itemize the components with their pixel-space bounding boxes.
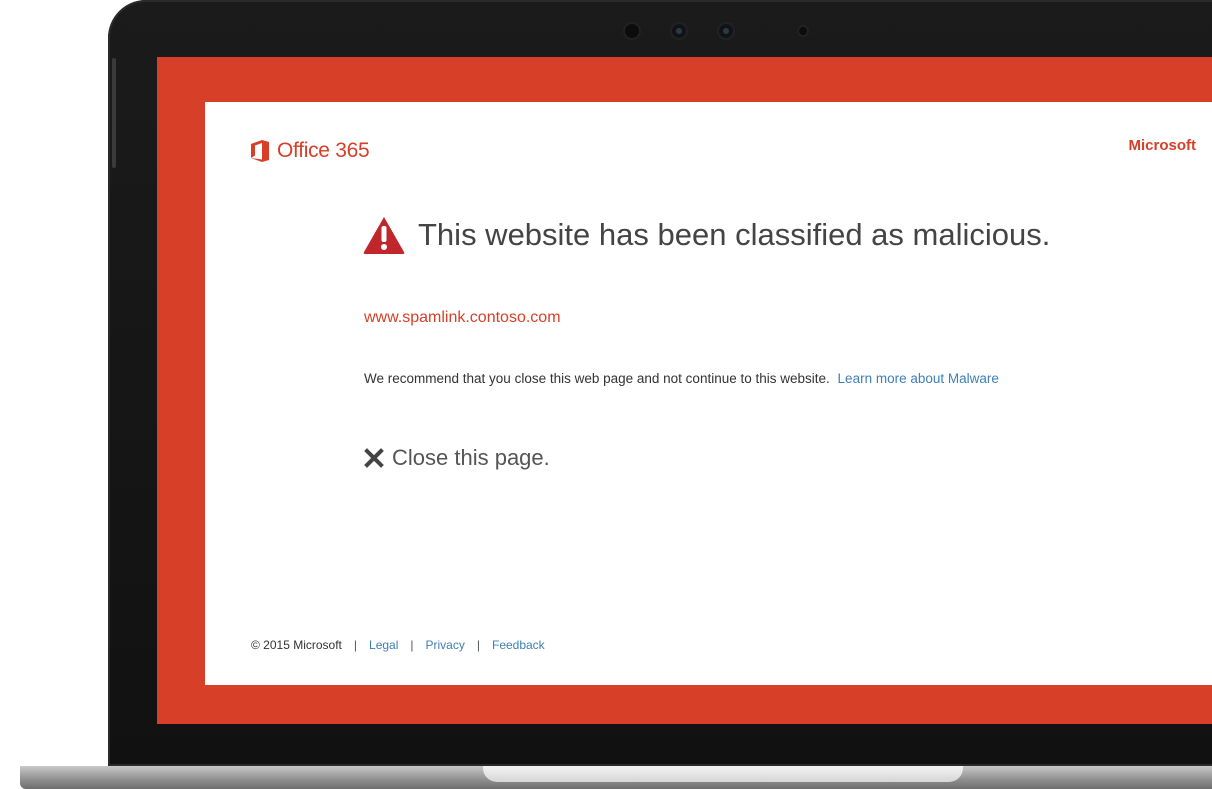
close-page-button[interactable]: Close this page.	[364, 445, 550, 471]
footer-separator: |	[410, 638, 414, 652]
camera-lens-icon	[672, 24, 686, 38]
brand-header: Office 365	[251, 139, 370, 163]
close-x-icon	[364, 448, 384, 468]
warning-page: Office 365 Microsoft This website has be…	[205, 102, 1212, 685]
close-page-label: Close this page.	[392, 445, 550, 470]
footer: © 2015 Microsoft | Legal | Privacy | Fee…	[251, 638, 545, 652]
laptop-lid-notch	[483, 766, 963, 782]
learn-more-link[interactable]: Learn more about Malware	[838, 371, 999, 386]
camera-lens-icon	[719, 24, 733, 38]
footer-separator: |	[476, 638, 480, 652]
footer-link-feedback[interactable]: Feedback	[492, 638, 545, 652]
copyright-text: © 2015 Microsoft	[251, 638, 342, 652]
screen: Office 365 Microsoft This website has be…	[157, 57, 1212, 724]
laptop-frame: Office 365 Microsoft This website has be…	[0, 0, 1212, 789]
camera-sensor	[625, 24, 639, 38]
warning-headline: This website has been classified as mali…	[362, 215, 1050, 255]
blocked-url: www.spamlink.contoso.com	[364, 309, 561, 326]
bezel-edge-highlight	[112, 58, 116, 168]
footer-link-legal[interactable]: Legal	[369, 638, 398, 652]
product-name: Office 365	[277, 139, 370, 162]
office-logo-icon	[251, 140, 269, 162]
recommendation-text: We recommend that you close this web pag…	[364, 371, 999, 386]
footer-separator: |	[353, 638, 358, 652]
recommendation-message: We recommend that you close this web pag…	[364, 371, 830, 386]
warning-triangle-icon	[363, 217, 405, 254]
page-title: This website has been classified as mali…	[418, 217, 1051, 252]
company-name: Microsoft	[1128, 137, 1197, 154]
footer-link-privacy[interactable]: Privacy	[426, 638, 465, 652]
camera-indicator	[799, 27, 807, 35]
